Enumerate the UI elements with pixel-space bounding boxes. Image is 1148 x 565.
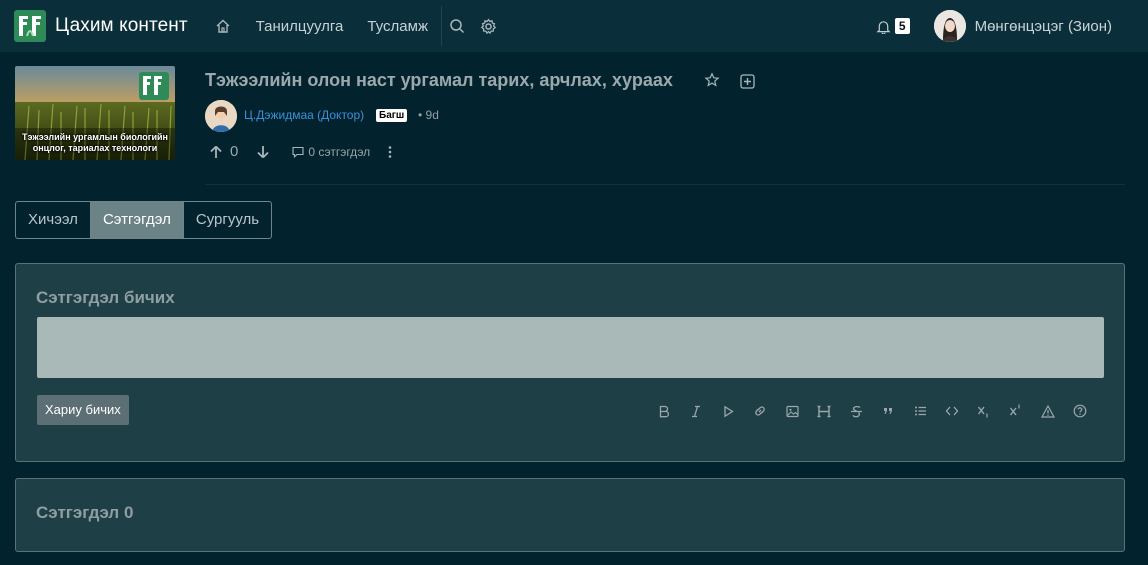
author-avatar[interactable] bbox=[205, 100, 237, 132]
strikethrough-icon[interactable] bbox=[840, 402, 872, 420]
downvote-arrow-icon[interactable] bbox=[256, 145, 270, 159]
post-thumbnail: Тэжээлийн ургамлын биологийн онцлог, тар… bbox=[15, 66, 175, 160]
more-options-icon[interactable] bbox=[384, 145, 396, 159]
top-navbar: Цахим контент Танилцуулга Тусламж 5 Мөнг… bbox=[0, 0, 1148, 52]
bell-icon bbox=[876, 20, 891, 34]
superscript-icon[interactable] bbox=[1000, 402, 1032, 420]
post-title: Тэжээлийн олон наст ургамал тарих, арчла… bbox=[205, 70, 673, 90]
subscript-icon[interactable] bbox=[968, 402, 1000, 420]
tab-comments[interactable]: Сэтгэгдэл bbox=[89, 202, 183, 238]
tab-school[interactable]: Сургууль bbox=[182, 202, 271, 238]
author-name-link[interactable]: Ц.Дэжидмаа (Доктор) bbox=[244, 108, 364, 122]
user-avatar[interactable] bbox=[933, 10, 966, 42]
nav-divider bbox=[440, 6, 442, 46]
editor-toolbar bbox=[648, 402, 1096, 420]
image-icon[interactable] bbox=[776, 402, 808, 420]
comments-count-link[interactable]: 0 сэтгэгдэл bbox=[292, 145, 370, 159]
nav-link-help[interactable]: Тусламж bbox=[367, 18, 428, 35]
navbar-right: 5 Мөнгөнцэцэг (Зион) bbox=[876, 0, 1148, 52]
write-comment-panel: Сэтгэгдэл бичих Хариу бичих bbox=[15, 263, 1125, 462]
home-icon[interactable] bbox=[214, 17, 232, 35]
post-time-value: 9d bbox=[425, 108, 439, 122]
bold-icon[interactable] bbox=[648, 402, 680, 420]
comments-count-title: Сэтгэгдэл 0 bbox=[36, 503, 134, 522]
notifications-button[interactable]: 5 bbox=[876, 18, 910, 34]
list-icon[interactable] bbox=[904, 402, 936, 420]
user-name[interactable]: Мөнгөнцэцэг (Зион) bbox=[975, 18, 1112, 35]
warning-icon[interactable] bbox=[1032, 402, 1064, 420]
search-icon[interactable] bbox=[448, 17, 466, 35]
author-role-badge: Багш bbox=[376, 109, 408, 122]
header-divider bbox=[205, 184, 1125, 185]
gear-icon[interactable] bbox=[480, 17, 498, 35]
quote-icon[interactable] bbox=[872, 402, 904, 420]
video-icon[interactable] bbox=[712, 402, 744, 420]
upvote-arrow-icon[interactable] bbox=[209, 145, 223, 159]
tab-lesson[interactable]: Хичээл bbox=[16, 202, 90, 238]
write-comment-title: Сэтгэгдэл бичих bbox=[36, 288, 175, 307]
nav-link-intro[interactable]: Танилцуулга bbox=[256, 18, 344, 35]
notification-count-badge: 5 bbox=[894, 18, 910, 34]
brand-logo-icon bbox=[14, 10, 46, 42]
code-icon[interactable] bbox=[936, 402, 968, 420]
reply-button[interactable]: Хариу бичих bbox=[37, 395, 129, 425]
content-tabs: Хичээл Сэтгэгдэл Сургууль bbox=[15, 201, 273, 239]
comment-editor-input[interactable] bbox=[37, 317, 1104, 378]
post-actions: 0 0 сэтгэгдэл bbox=[209, 143, 396, 160]
comments-list-panel: Сэтгэгдэл 0 bbox=[15, 478, 1125, 552]
brand-name: Цахим контент bbox=[55, 15, 188, 36]
brand[interactable]: Цахим контент bbox=[14, 10, 188, 42]
italic-icon[interactable] bbox=[680, 402, 712, 420]
link-icon[interactable] bbox=[744, 402, 776, 420]
thumbnail-caption: Тэжээлийн ургамлын биологийн онцлог, тар… bbox=[15, 132, 175, 154]
add-to-list-icon[interactable] bbox=[740, 74, 755, 89]
vote-count: 0 bbox=[230, 143, 239, 160]
comments-count-label: 0 сэтгэгдэл bbox=[308, 144, 371, 159]
post-time: • 9d bbox=[418, 108, 439, 122]
heading-icon[interactable] bbox=[808, 402, 840, 420]
help-icon[interactable] bbox=[1064, 402, 1096, 420]
star-icon[interactable] bbox=[704, 72, 720, 88]
thumbnail-caption-line2: онцлог, тариалах технологи bbox=[32, 143, 158, 153]
thumbnail-caption-line1: Тэжээлийн ургамлын биологийн bbox=[21, 132, 168, 142]
comment-icon bbox=[292, 146, 304, 158]
